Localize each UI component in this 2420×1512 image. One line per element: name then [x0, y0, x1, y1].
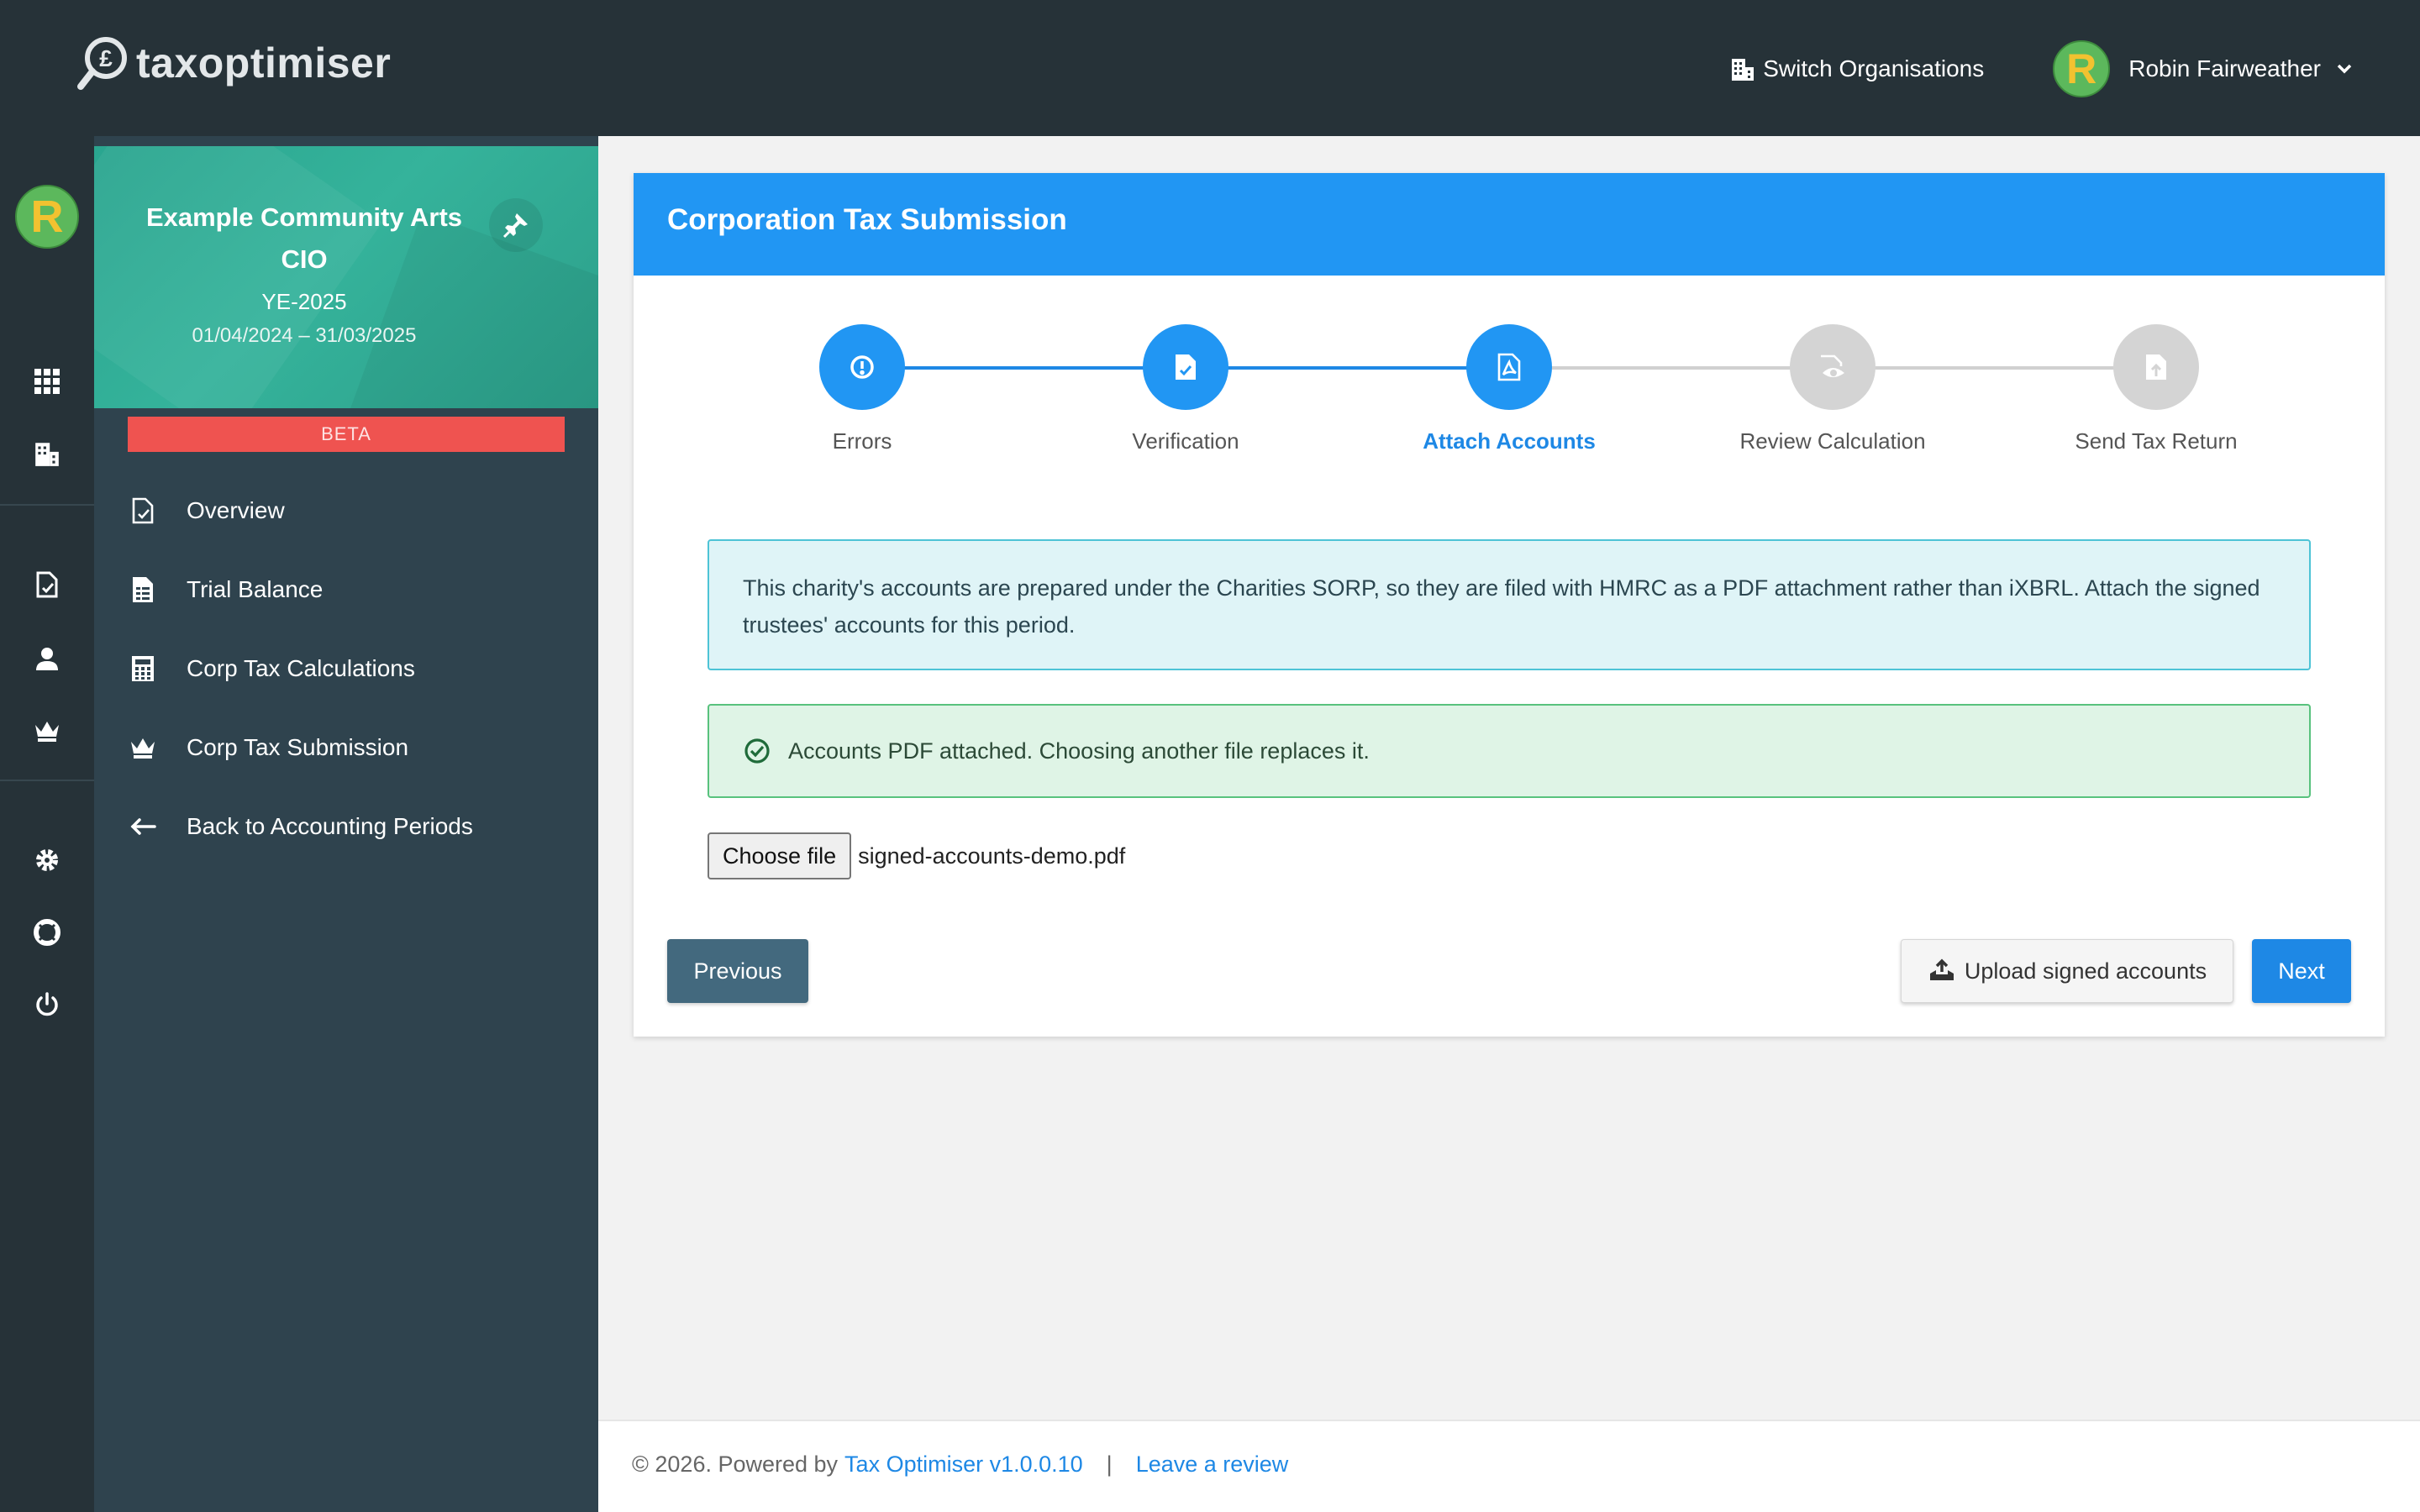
- document-check-icon[interactable]: [30, 568, 64, 601]
- organisation-card: Example Community Arts CIO YE-2025 01/04…: [94, 146, 598, 408]
- copyright-text: © 2026. Powered by: [632, 1452, 839, 1477]
- gear-icon[interactable]: [30, 843, 64, 877]
- previous-button[interactable]: Previous: [667, 939, 808, 1003]
- step-label: Errors: [832, 428, 892, 454]
- step-label: Review Calculation: [1739, 428, 1926, 454]
- grid-icon[interactable]: [30, 365, 64, 398]
- period-dates: 01/04/2024 – 31/03/2025: [192, 324, 417, 347]
- leave-review-link[interactable]: Leave a review: [1136, 1452, 1289, 1478]
- step-attach-accounts[interactable]: Attach Accounts: [1383, 324, 1635, 454]
- footer: © 2026. Powered by Tax Optimiser v1.0.0.…: [598, 1420, 2420, 1512]
- pin-icon: [502, 213, 528, 239]
- user-icon[interactable]: [30, 642, 64, 675]
- pin-button[interactable]: [489, 198, 543, 252]
- lifebuoy-icon[interactable]: [30, 916, 64, 949]
- upload-signed-accounts-button[interactable]: Upload signed accounts: [1901, 939, 2233, 1003]
- icon-rail: R: [0, 136, 94, 1512]
- rail-avatar[interactable]: R: [15, 185, 79, 249]
- logo-text: taxoptimiser: [136, 39, 392, 87]
- organisation-name: Example Community Arts CIO: [145, 202, 463, 274]
- sidebar-item-label: Corp Tax Submission: [187, 734, 409, 760]
- sidebar-item-corp-tax-calculations[interactable]: Corp Tax Calculations: [128, 643, 565, 694]
- step-review-calculation[interactable]: Review Calculation: [1707, 324, 1959, 454]
- alert-icon[interactable]: [819, 324, 905, 410]
- switch-organisations-label: Switch Organisations: [1763, 55, 1985, 81]
- page-title: Corporation Tax Submission: [667, 203, 1067, 236]
- step-verification[interactable]: Verification: [1060, 324, 1312, 454]
- sidebar-item-label: Corp Tax Calculations: [187, 655, 415, 681]
- upload-button-label: Upload signed accounts: [1964, 958, 2207, 984]
- top-bar: £ taxoptimiser Switch Organisations R Ro…: [0, 0, 2420, 136]
- magnifier-pound-logo-icon: £: [77, 37, 127, 90]
- arrow-left-icon: [128, 811, 158, 842]
- sidebar-item-overview[interactable]: Overview: [128, 486, 565, 536]
- spreadsheet-icon: [128, 575, 158, 605]
- step-errors[interactable]: Errors: [736, 324, 988, 454]
- rail-divider: [0, 504, 94, 506]
- sidebar-item-back-to-accounting-periods[interactable]: Back to Accounting Periods: [128, 801, 565, 852]
- choose-file-button[interactable]: Choose file: [708, 832, 852, 879]
- file-upload-icon[interactable]: [2113, 324, 2199, 410]
- sidebar-item-corp-tax-submission[interactable]: Corp Tax Submission: [128, 722, 565, 773]
- rail-divider: [0, 780, 94, 781]
- file-check-icon[interactable]: [1143, 324, 1228, 410]
- step-label: Attach Accounts: [1423, 428, 1596, 454]
- step-label: Send Tax Return: [2075, 428, 2238, 454]
- sidebar-item-label: Overview: [187, 497, 285, 523]
- product-version-link[interactable]: Tax Optimiser v1.0.0.10: [844, 1452, 1083, 1478]
- app-logo[interactable]: £ taxoptimiser: [76, 34, 391, 92]
- building-icon: [1732, 59, 1754, 81]
- sidebar-item-trial-balance[interactable]: Trial Balance: [128, 564, 565, 615]
- sidebar-item-label: Trial Balance: [187, 576, 324, 602]
- calculator-icon: [128, 654, 158, 684]
- submission-card: Corporation Tax Submission Errors Verifi…: [634, 173, 2385, 1037]
- power-icon[interactable]: [30, 988, 64, 1021]
- switch-organisations-link[interactable]: Switch Organisations: [1729, 55, 1984, 82]
- submission-stepper: Errors Verification Attach Accounts Revi…: [634, 324, 2385, 475]
- eye-icon[interactable]: [1790, 324, 1876, 410]
- file-input[interactable]: Choose file signed-accounts-demo.pdf: [708, 832, 1125, 880]
- user-name: Robin Fairweather: [2128, 55, 2321, 81]
- year-label: YE-2025: [261, 289, 347, 314]
- selected-file-name: signed-accounts-demo.pdf: [858, 843, 1126, 869]
- crown-icon: [128, 732, 158, 763]
- pdf-icon[interactable]: [1466, 324, 1552, 410]
- success-alert: Accounts PDF attached. Choosing another …: [708, 704, 2311, 798]
- check-circle-icon: [743, 737, 771, 765]
- sidebar-item-label: Back to Accounting Periods: [187, 813, 473, 839]
- info-alert: This charity's accounts are prepared und…: [708, 539, 2311, 670]
- beta-badge: BETA: [128, 417, 565, 452]
- document-check-icon: [128, 496, 158, 526]
- organisation-icon[interactable]: [30, 437, 64, 470]
- avatar: R: [2053, 40, 2111, 97]
- step-send-tax-return[interactable]: Send Tax Return: [2030, 324, 2282, 454]
- upload-icon: [1929, 958, 1954, 980]
- step-label: Verification: [1132, 428, 1239, 454]
- user-menu[interactable]: R Robin Fairweather: [2053, 40, 2353, 97]
- success-message: Accounts PDF attached. Choosing another …: [788, 738, 1370, 764]
- card-header: Corporation Tax Submission: [634, 173, 2385, 276]
- svg-text:£: £: [99, 45, 113, 71]
- sidebar: Example Community Arts CIO YE-2025 01/04…: [94, 136, 598, 1512]
- chevron-down-icon: [2337, 64, 2352, 74]
- next-button[interactable]: Next: [2252, 939, 2351, 1003]
- crown-icon[interactable]: [30, 714, 64, 748]
- footer-separator: |: [1106, 1452, 1113, 1477]
